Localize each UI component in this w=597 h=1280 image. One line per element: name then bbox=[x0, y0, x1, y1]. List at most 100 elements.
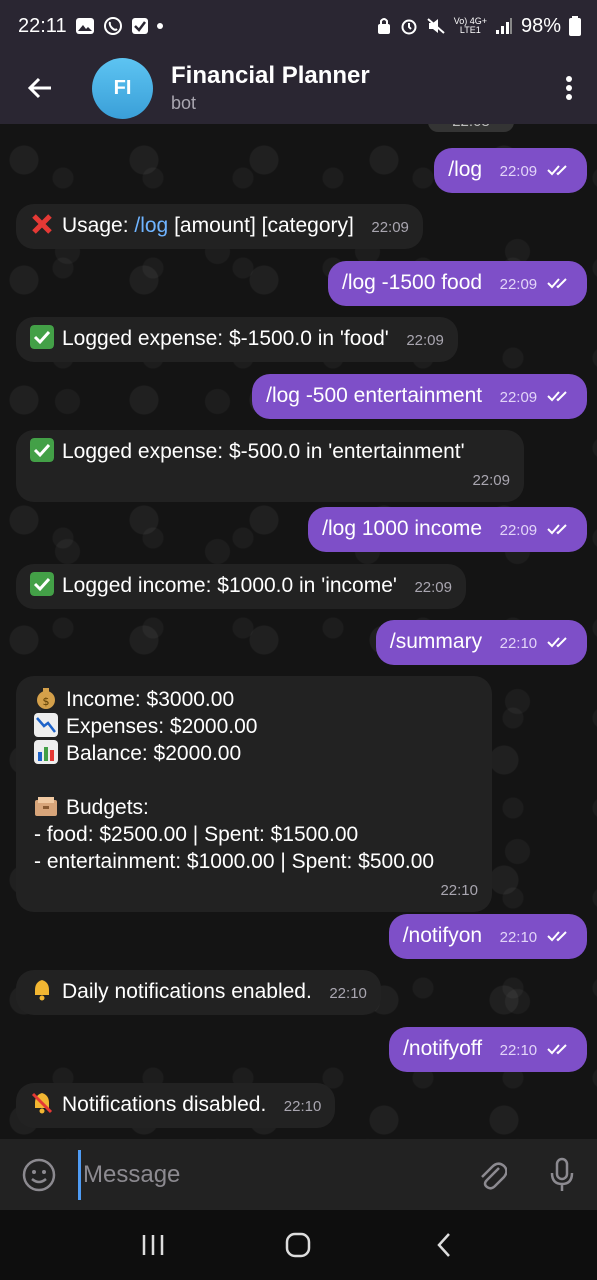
more-notifications-icon bbox=[156, 23, 163, 29]
status-bar: 22:11 Vo) 4G+ LTE1 98% bbox=[0, 0, 597, 52]
message-outgoing[interactable]: /log 22:09 bbox=[434, 148, 587, 193]
bell-icon bbox=[35, 980, 49, 1001]
double-check-icon bbox=[547, 1044, 567, 1055]
paperclip-icon bbox=[481, 1162, 507, 1190]
message-time: 22:09 bbox=[499, 163, 538, 180]
message-incoming[interactable]: Logged expense: $-500.0 in 'entertainmen… bbox=[16, 430, 524, 502]
summary-expenses: Expenses: $2000.00 bbox=[66, 715, 258, 738]
lock-icon bbox=[376, 17, 392, 35]
summary-budgets-heading: Budgets: bbox=[66, 796, 149, 819]
gallery-icon bbox=[75, 17, 95, 35]
message-prefix: Usage: bbox=[62, 214, 135, 237]
message-text: Daily notifications enabled. bbox=[62, 980, 312, 1003]
battery-percent: 98% bbox=[520, 14, 561, 37]
message-incoming[interactable]: Daily notifications enabled. 22:10 bbox=[16, 970, 381, 1015]
chat-subtitle: bot bbox=[171, 93, 197, 113]
back-chevron-icon bbox=[437, 1233, 451, 1257]
message-input-bar bbox=[0, 1139, 597, 1210]
double-check-icon bbox=[547, 524, 567, 535]
message-incoming[interactable]: Logged income: $1000.0 in 'income' 22:09 bbox=[16, 564, 466, 609]
message-outgoing[interactable]: /notifyon 22:10 bbox=[388, 914, 587, 959]
message-outgoing[interactable]: /summary 22:10 bbox=[375, 620, 587, 665]
network-indicator: Vo) 4G+ LTE1 bbox=[454, 17, 487, 35]
avatar-initials: FI bbox=[113, 76, 132, 99]
message-time: 22:09 bbox=[414, 579, 452, 596]
whatsapp-icon bbox=[103, 16, 123, 36]
more-vertical-icon bbox=[566, 76, 572, 100]
summary-income: Income: $3000.00 bbox=[66, 688, 235, 711]
system-nav-bar bbox=[0, 1210, 597, 1280]
message-text: /notifyon bbox=[402, 924, 483, 947]
chat-area[interactable]: 22:08 /log 22:09 Usage: /log [amount] [c… bbox=[0, 124, 597, 1139]
message-text: Logged expense: $-500.0 in 'entertainmen… bbox=[62, 440, 465, 463]
home-button[interactable] bbox=[268, 1215, 328, 1275]
message-time: 22:09 bbox=[406, 332, 444, 349]
message-text: /log 1000 income bbox=[322, 517, 483, 540]
recent-apps-button[interactable] bbox=[123, 1215, 183, 1275]
alarm-icon bbox=[400, 17, 418, 35]
chat-header: FI Financial Planner bot bbox=[0, 52, 597, 124]
message-outgoing[interactable]: /log -1500 food 22:09 bbox=[327, 261, 587, 306]
message-time: 22:09 bbox=[499, 389, 538, 406]
summary-budget-line: - entertainment: $1000.00 | Spent: $500.… bbox=[34, 850, 435, 873]
network-sub-label: LTE1 bbox=[459, 25, 481, 35]
message-text: /log -500 entertainment bbox=[266, 384, 483, 407]
message-incoming[interactable]: Usage: /log [amount] [category] 22:09 bbox=[16, 204, 423, 249]
double-check-icon bbox=[547, 931, 567, 942]
emoji-button[interactable] bbox=[0, 1139, 78, 1210]
avatar[interactable]: FI bbox=[92, 57, 153, 119]
message-time: 22:10 bbox=[440, 882, 478, 899]
status-time: 22:11 bbox=[18, 14, 67, 37]
back-button[interactable] bbox=[0, 52, 80, 124]
double-check-icon bbox=[547, 391, 567, 402]
message-text: Logged income: $1000.0 in 'income' bbox=[62, 574, 397, 597]
recent-apps-icon bbox=[142, 1235, 164, 1255]
message-time: 22:10 bbox=[283, 1098, 322, 1115]
checkbox-icon bbox=[131, 17, 149, 35]
summary-message[interactable]: $ Income: $3000.00 Expenses: $2000.00 Bal… bbox=[16, 676, 492, 912]
summary-balance: Balance: $2000.00 bbox=[66, 742, 242, 765]
more-options-button[interactable] bbox=[541, 52, 597, 124]
check-mark-icon bbox=[30, 325, 54, 349]
money-bag-icon: $ bbox=[37, 688, 55, 709]
mute-icon bbox=[426, 17, 446, 35]
message-incoming[interactable]: Logged expense: $-1500.0 in 'food' 22:09 bbox=[16, 317, 458, 362]
message-time: 22:09 bbox=[499, 276, 538, 293]
message-outgoing[interactable]: /notifyoff 22:10 bbox=[389, 1027, 587, 1072]
double-check-icon bbox=[547, 165, 567, 176]
bar-chart-icon bbox=[34, 740, 58, 764]
microphone-icon bbox=[550, 1157, 574, 1191]
home-icon bbox=[286, 1232, 311, 1258]
message-incoming[interactable]: Notifications disabled. 22:10 bbox=[16, 1083, 336, 1128]
message-text: /log bbox=[448, 158, 483, 181]
message-text: /notifyoff bbox=[403, 1037, 483, 1060]
double-check-icon bbox=[547, 637, 567, 648]
message-outgoing[interactable]: /log -500 entertainment 22:09 bbox=[252, 374, 587, 419]
message-text: /log -1500 food bbox=[341, 271, 483, 294]
voice-message-button[interactable] bbox=[527, 1139, 597, 1210]
message-time: 22:10 bbox=[499, 635, 538, 652]
summary-budget-line: - food: $2500.00 | Spent: $1500.00 bbox=[34, 823, 359, 846]
message-time: 22:09 bbox=[499, 522, 538, 539]
message-suffix: [amount] [category] bbox=[168, 214, 354, 237]
double-check-icon bbox=[547, 278, 567, 289]
status-right: Vo) 4G+ LTE1 98% bbox=[376, 15, 581, 38]
message-text: Notifications disabled. bbox=[62, 1093, 267, 1116]
battery-icon bbox=[569, 16, 581, 36]
chat-title-block[interactable]: Financial Planner bot bbox=[171, 61, 541, 115]
system-back-button[interactable] bbox=[414, 1215, 474, 1275]
message-input[interactable] bbox=[78, 1149, 457, 1200]
message-outgoing[interactable]: /log 1000 income 22:09 bbox=[308, 507, 587, 552]
message-time: 22:10 bbox=[499, 1042, 538, 1059]
card-file-box-icon bbox=[35, 797, 57, 816]
svg-text:$: $ bbox=[43, 695, 50, 708]
message-time: 22:10 bbox=[499, 929, 538, 946]
chat-title: Financial Planner bbox=[171, 62, 370, 89]
date-chip: 22:08 bbox=[428, 124, 514, 132]
message-time: 22:09 bbox=[472, 472, 510, 489]
attach-button[interactable] bbox=[457, 1139, 527, 1210]
signal-icon bbox=[495, 17, 513, 35]
bell-off-icon bbox=[31, 1092, 53, 1114]
command-link[interactable]: /log bbox=[134, 214, 168, 237]
cross-mark-icon bbox=[32, 214, 52, 234]
